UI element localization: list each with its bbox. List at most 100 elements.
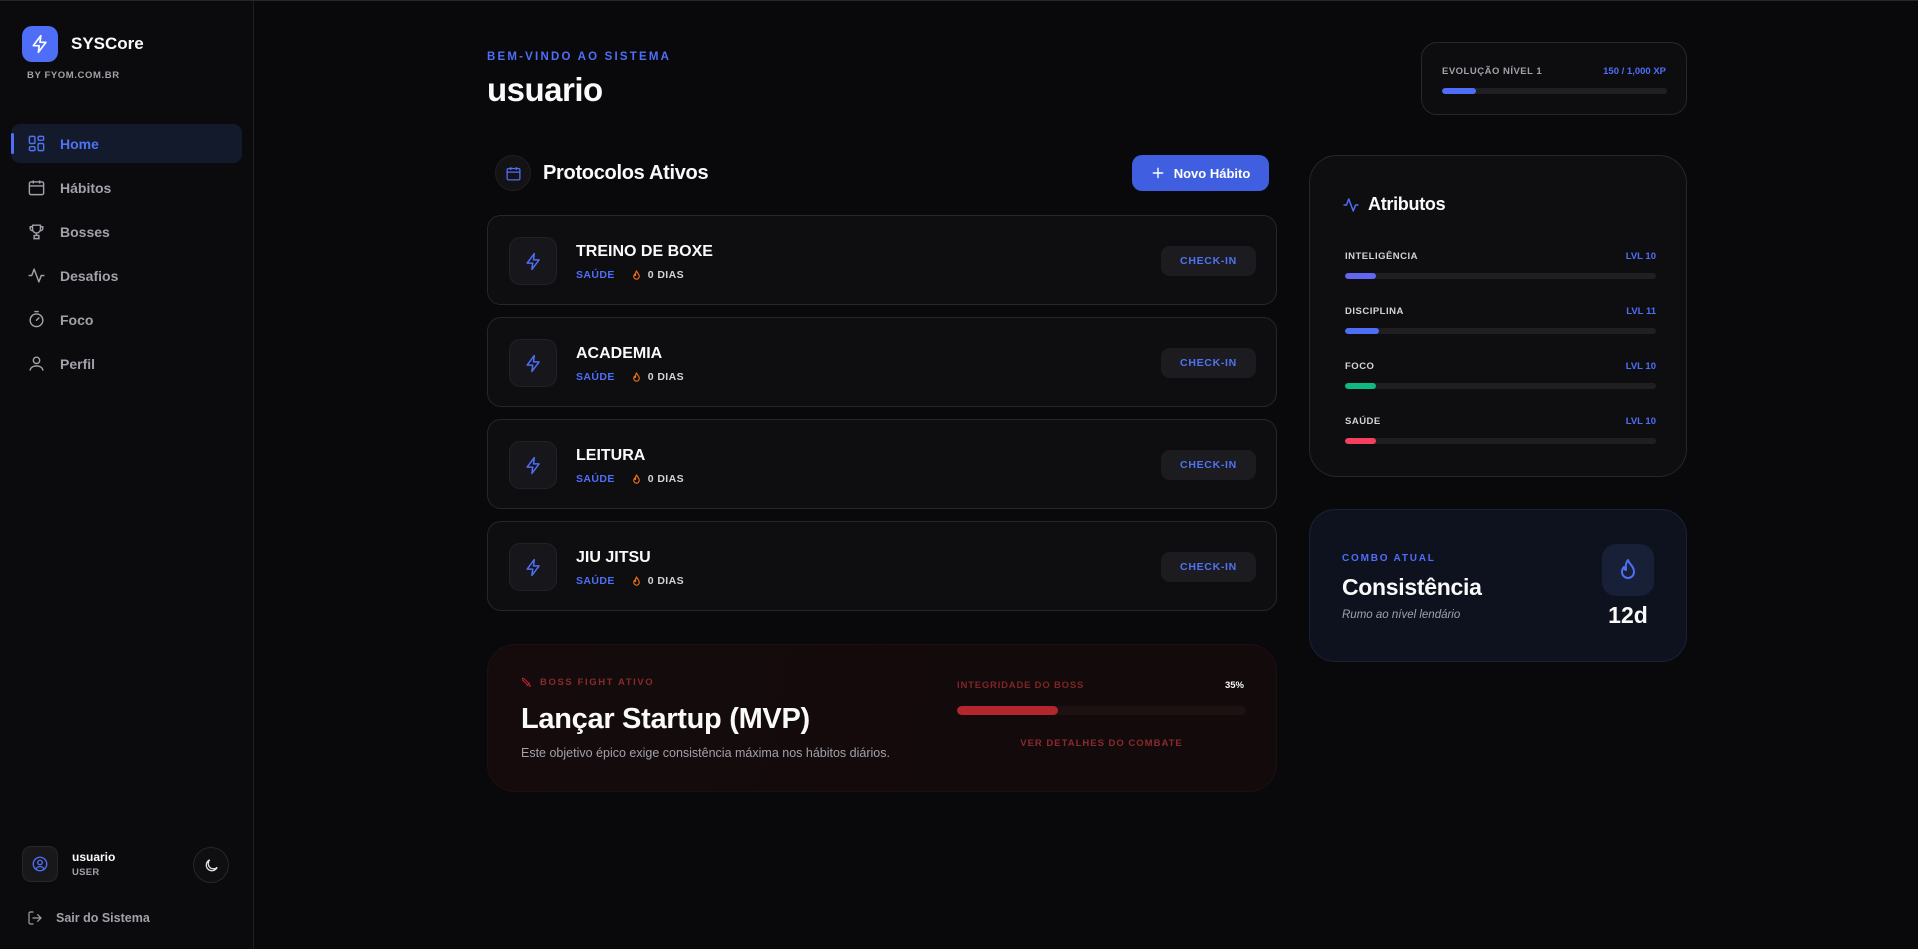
lightning-icon	[509, 543, 557, 591]
check-in-button[interactable]: CHECK-IN	[1161, 348, 1256, 378]
grid-icon	[28, 135, 45, 152]
attribute-progress-bar	[1345, 328, 1656, 334]
habit-name: LEITURA	[576, 447, 646, 464]
xp-card: EVOLUÇÃO NÍVEL 1 150 / 1,000 XP	[1421, 42, 1687, 115]
flame-icon	[632, 473, 640, 484]
plus-icon	[1152, 167, 1164, 179]
xp-label: EVOLUÇÃO NÍVEL 1	[1442, 66, 1543, 77]
protocols-header: Protocolos Ativos	[495, 155, 709, 191]
nav-label: Perfil	[60, 355, 96, 372]
logout-button[interactable]: Sair do Sistema	[27, 910, 150, 926]
combo-days: 12d	[1608, 602, 1648, 628]
nav-item-perfil[interactable]: Perfil	[11, 344, 242, 383]
lightning-icon	[509, 237, 557, 285]
section-title: Protocolos Ativos	[543, 161, 709, 184]
habit-category: SAÚDE	[576, 269, 615, 281]
attribute-row: INTELIGÊNCIA LVL 10	[1345, 251, 1656, 279]
attribute-level: LVL 10	[1625, 361, 1656, 372]
attribute-progress-bar	[1345, 383, 1656, 389]
attribute-progress-fill	[1345, 438, 1377, 444]
attribute-progress-fill	[1345, 273, 1377, 279]
theme-toggle-button[interactable]	[193, 847, 229, 883]
calendar-icon	[495, 155, 531, 191]
habit-meta: SAÚDE 0 DIAS	[576, 473, 684, 485]
attribute-progress-fill	[1345, 328, 1380, 334]
habit-streak: 0 DIAS	[631, 575, 684, 587]
habit-category: SAÚDE	[576, 473, 615, 485]
combo-title: Consistência	[1342, 574, 1482, 600]
boss-tag: BOSS FIGHT ATIVO	[521, 677, 654, 688]
habit-list: TREINO DE BOXE SAÚDE 0 DIAS CHECK-IN ACADEMI…	[487, 215, 1277, 623]
activity-icon	[1343, 197, 1359, 212]
habit-card[interactable]: JIU JITSU SAÚDE 0 DIAS CHECK-IN	[487, 521, 1277, 611]
boss-details-link[interactable]: VER DETALHES DO COMBATE	[957, 738, 1246, 749]
habit-name: TREINO DE BOXE	[576, 243, 713, 260]
habit-streak: 0 DIAS	[631, 473, 684, 485]
flame-icon	[632, 269, 640, 280]
boss-integrity-bar	[957, 706, 1246, 715]
boss-integrity-label: INTEGRIDADE DO BOSS	[957, 680, 1085, 691]
flame-icon	[632, 371, 640, 382]
combo-label: COMBO ATUAL	[1342, 553, 1436, 564]
nav-item-home[interactable]: Home	[11, 124, 242, 163]
habit-category: SAÚDE	[576, 575, 615, 587]
nav-label: Hábitos	[60, 179, 112, 196]
check-in-button[interactable]: CHECK-IN	[1161, 450, 1256, 480]
nav-label: Desafios	[60, 267, 119, 284]
user-circle-icon	[32, 856, 48, 872]
new-habit-button[interactable]: Novo Hábito	[1132, 155, 1269, 191]
nav-item-bosses[interactable]: Bosses	[11, 212, 242, 251]
attributes-card: Atributos INTELIGÊNCIA LVL 10 DISCIPLINA LV…	[1309, 155, 1687, 477]
habit-card[interactable]: ACADEMIA SAÚDE 0 DIAS CHECK-IN	[487, 317, 1277, 407]
habit-name: JIU JITSU	[576, 549, 651, 566]
xp-value: 150 / 1,000 XP	[1603, 66, 1666, 77]
attribute-name: INTELIGÊNCIA	[1345, 251, 1419, 262]
flame-icon	[1602, 544, 1654, 596]
habit-streak-label: 0 DIAS	[647, 575, 685, 587]
attribute-progress-bar	[1345, 438, 1656, 444]
habit-card[interactable]: TREINO DE BOXE SAÚDE 0 DIAS CHECK-IN	[487, 215, 1277, 305]
attribute-progress-bar	[1345, 273, 1656, 279]
lightning-logo-icon	[22, 26, 58, 62]
combo-subtitle: Rumo ao nível lendário	[1342, 609, 1461, 621]
welcome-label: BEM-VINDO AO SISTEMA	[487, 51, 672, 63]
habit-meta: SAÚDE 0 DIAS	[576, 371, 684, 383]
boss-integrity-value: 35%	[1224, 680, 1244, 691]
combo-card: COMBO ATUAL Consistência Rumo ao nível l…	[1309, 509, 1687, 662]
habit-name: ACADEMIA	[576, 345, 663, 362]
attribute-name: FOCO	[1345, 361, 1375, 372]
activity-icon	[28, 268, 45, 283]
attribute-progress-fill	[1345, 383, 1377, 389]
boss-integrity-fill	[957, 706, 1059, 715]
habit-meta: SAÚDE 0 DIAS	[576, 269, 684, 281]
sword-icon	[521, 677, 532, 688]
trophy-icon	[29, 224, 44, 240]
user-name: usuario	[72, 850, 116, 864]
attributes-header: Atributos	[1342, 194, 1446, 215]
xp-progress-fill	[1442, 88, 1476, 94]
user-icon	[29, 356, 44, 371]
sidebar: SYSCore BY FYOM.COM.BR Home Hábitos Boss…	[0, 1, 254, 949]
user-profile[interactable]: usuario USER	[22, 846, 115, 882]
attribute-row: FOCO LVL 10	[1345, 361, 1656, 389]
user-role: USER	[72, 867, 100, 878]
boss-card: BOSS FIGHT ATIVO Lançar Startup (MVP) Es…	[487, 644, 1277, 792]
nav-item-habitos[interactable]: Hábitos	[11, 168, 242, 207]
attribute-row: DISCIPLINA LVL 11	[1345, 306, 1656, 334]
check-in-button[interactable]: CHECK-IN	[1161, 246, 1256, 276]
habit-streak-label: 0 DIAS	[647, 371, 685, 383]
brand-name: SYSCore	[71, 34, 144, 53]
calendar-icon	[28, 180, 45, 196]
habit-card[interactable]: LEITURA SAÚDE 0 DIAS CHECK-IN	[487, 419, 1277, 509]
habit-streak-label: 0 DIAS	[647, 473, 685, 485]
boss-tag-label: BOSS FIGHT ATIVO	[540, 677, 655, 688]
nav-item-foco[interactable]: Foco	[11, 300, 242, 339]
check-in-button[interactable]: CHECK-IN	[1161, 552, 1256, 582]
lightning-icon	[509, 339, 557, 387]
habit-streak: 0 DIAS	[631, 371, 684, 383]
nav-item-desafios[interactable]: Desafios	[11, 256, 242, 295]
brand[interactable]: SYSCore	[22, 26, 144, 62]
attribute-name: DISCIPLINA	[1345, 306, 1404, 317]
attribute-level: LVL 11	[1626, 306, 1656, 317]
attribute-row: SAÚDE LVL 10	[1345, 416, 1656, 444]
